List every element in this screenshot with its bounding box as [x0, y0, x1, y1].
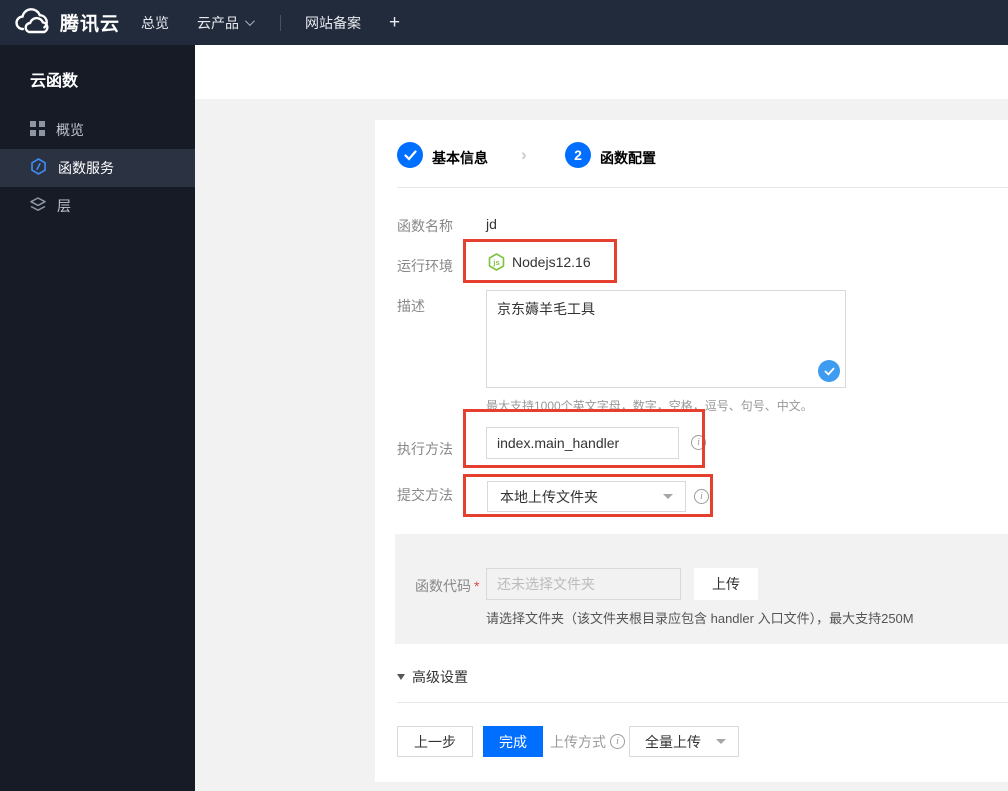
brand[interactable]: 腾讯云 [13, 0, 120, 45]
tencent-cloud-logo-icon [13, 8, 51, 37]
nav-item-icp[interactable]: 网站备案 [303, 13, 363, 33]
nav-divider [280, 14, 281, 31]
function-icon [30, 158, 47, 178]
sidebar-item-function-service[interactable]: 函数服务 [0, 149, 195, 187]
function-code-label: 函数代码 * [415, 576, 479, 596]
function-name-value: jd [486, 216, 497, 232]
check-icon [403, 149, 417, 161]
submit-method-info-icon[interactable]: i [694, 489, 709, 504]
runtime-label: 运行环境 [397, 258, 453, 274]
sidebar: 云函数 概览 函数服务 层 [0, 45, 195, 791]
step-2-number: 2 [574, 147, 582, 163]
previous-step-button[interactable]: 上一步 [397, 726, 473, 757]
upload-mode-info-icon[interactable]: i [610, 734, 625, 749]
description-help-text: 最大支持1000个英文字母，数字，空格，逗号、句号、中文。 [486, 399, 813, 413]
add-tab-icon[interactable]: + [389, 12, 400, 34]
upload-mode-value: 全量上传 [645, 733, 701, 750]
description-textarea[interactable]: 京东薅羊毛工具 [486, 290, 846, 388]
sidebar-item-label: 层 [57, 198, 71, 214]
nav-item-products[interactable]: 云产品 [195, 13, 255, 33]
divider [397, 187, 1008, 188]
runtime-value-row: js Nodejs12.16 [488, 253, 591, 271]
sidebar-item-label: 函数服务 [58, 160, 114, 176]
handler-input[interactable] [486, 427, 679, 459]
brand-name: 腾讯云 [60, 14, 121, 35]
function-code-label-text: 函数代码 [415, 578, 471, 594]
caret-down-icon [716, 739, 726, 744]
runtime-value: Nodejs12.16 [512, 254, 591, 270]
finish-button[interactable]: 完成 [483, 726, 543, 757]
handler-label: 执行方法 [397, 441, 453, 457]
upload-mode-label: 上传方式 [550, 733, 606, 750]
grid-icon [30, 121, 45, 139]
function-code-help-text: 请选择文件夹（该文件夹根目录应包含 handler 入口文件），最大支持250M [486, 611, 914, 626]
function-name-label: 函数名称 [397, 218, 453, 234]
sidebar-item-layers[interactable]: 层 [0, 187, 195, 225]
advanced-settings-toggle[interactable]: 高级设置 [397, 667, 468, 687]
step-1-indicator [397, 142, 423, 168]
divider [397, 702, 1008, 703]
top-nav: 腾讯云 总览 云产品 网站备案 + [0, 0, 1008, 45]
upload-mode-select[interactable]: 全量上传 [629, 726, 739, 757]
step-1-label: 基本信息 [432, 150, 488, 166]
nav-item-overview[interactable]: 总览 [139, 13, 171, 33]
submit-method-value: 本地上传文件夹 [500, 488, 598, 505]
step-2-indicator: 2 [565, 142, 591, 168]
svg-text:js: js [492, 258, 499, 267]
form-panel [375, 120, 1008, 782]
valid-check-icon [818, 360, 840, 382]
page-header [195, 45, 1008, 99]
sidebar-title: 云函数 [30, 73, 79, 90]
step-2-label: 函数配置 [600, 150, 656, 166]
top-nav-items: 总览 云产品 网站备案 + [139, 0, 400, 45]
nav-item-products-label: 云产品 [197, 14, 239, 31]
submit-method-label: 提交方法 [397, 487, 453, 503]
description-label: 描述 [397, 298, 425, 314]
upload-button[interactable]: 上传 [694, 568, 758, 600]
submit-method-select[interactable]: 本地上传文件夹 [487, 481, 686, 512]
caret-down-icon [663, 494, 673, 499]
advanced-settings-label: 高级设置 [412, 669, 468, 685]
handler-info-icon[interactable]: i [691, 435, 706, 450]
sidebar-item-label: 概览 [56, 122, 84, 138]
sidebar-item-overview[interactable]: 概览 [0, 111, 195, 149]
layers-icon [30, 197, 46, 215]
folder-path-input[interactable] [486, 568, 681, 600]
chevron-down-icon [244, 16, 255, 27]
nodejs-icon: js [488, 253, 505, 271]
required-asterisk: * [474, 578, 480, 594]
upload-mode-row: 上传方式 i [550, 726, 625, 757]
chevron-right-icon: › [521, 145, 527, 164]
triangle-down-icon [397, 674, 405, 680]
